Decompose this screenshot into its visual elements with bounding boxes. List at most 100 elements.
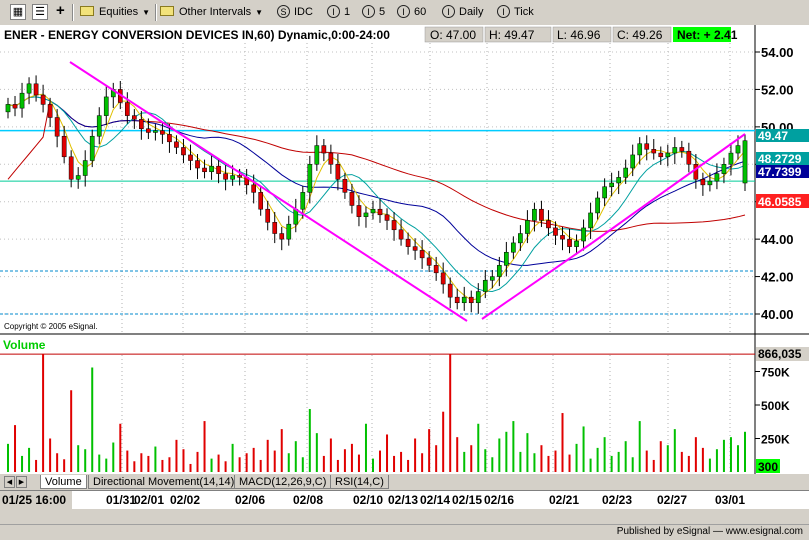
candle-body [595, 197, 600, 214]
candle-body [511, 242, 516, 253]
idc-button[interactable]: S IDC [277, 3, 313, 21]
price-volume-chart[interactable]: 40.0042.0044.0046.0048.0050.0052.0054.00… [0, 25, 809, 474]
candle-body [216, 165, 221, 174]
symbol-circle-icon: S [277, 5, 290, 18]
candle-body [328, 152, 334, 165]
candle-body [370, 208, 376, 214]
interval-1-label: 1 [344, 6, 351, 18]
candle-body [539, 208, 544, 221]
candle-body [124, 102, 130, 116]
candle-body [139, 119, 144, 129]
net-value: Net: + 2.41 [677, 28, 738, 42]
candle-body [574, 240, 579, 247]
candle-body [440, 272, 446, 285]
interval-5-button[interactable]: I5 [362, 3, 385, 21]
candle-body [356, 205, 362, 217]
idc-label: IDC [294, 6, 313, 18]
candle-body [728, 152, 734, 165]
candle-body [342, 179, 348, 193]
candle-body [349, 192, 355, 206]
candle-body [209, 165, 214, 173]
candle-body [167, 134, 172, 143]
volume-short-label: 300 [758, 460, 778, 474]
candle-body [82, 160, 88, 176]
candle-body [461, 296, 467, 304]
candle-body [426, 257, 432, 266]
tab-rsi[interactable]: RSI(14,C) [330, 475, 389, 489]
properties-icon[interactable]: ☰ [32, 4, 48, 20]
candle-body [96, 115, 102, 137]
candle-body [237, 175, 242, 178]
add-icon[interactable]: + [56, 3, 65, 21]
candle-body [721, 164, 727, 174]
candle-body [454, 296, 460, 304]
tab-scroll-left-icon[interactable]: ◀ [4, 476, 15, 488]
tab-macd[interactable]: MACD(12,26,9,C) [234, 475, 332, 489]
y-tick-label: 54.00 [761, 45, 794, 60]
volume-tick-label: 500K [761, 399, 790, 413]
candle-body [377, 208, 383, 216]
time-label: 02/02 [170, 493, 201, 507]
candle-body [223, 173, 228, 180]
candle-body [89, 135, 95, 161]
candle-body [405, 238, 411, 247]
candle-body [146, 128, 151, 133]
candle-body [286, 223, 292, 240]
interval-circle-icon: I [362, 5, 375, 18]
tab-directional-movement[interactable]: Directional Movement(14,14) [88, 475, 240, 489]
close-value: C: 49.26 [617, 28, 663, 42]
y-tick-label: 42.00 [761, 270, 794, 285]
equities-menu[interactable]: Equities ▼ [80, 3, 150, 21]
folder-icon [80, 6, 94, 16]
y-tick-label: 40.00 [761, 307, 794, 322]
chart-icon[interactable]: ▦ [10, 4, 26, 20]
time-label: 02/13 [388, 493, 419, 507]
low-value: L: 46.96 [557, 28, 601, 42]
ma-fast-label: 48.2729 [758, 152, 802, 166]
candle-body [195, 160, 200, 169]
candle-body [447, 283, 453, 298]
candle-body [672, 147, 678, 154]
volume-last-label: 866,035 [758, 347, 802, 361]
folder-icon [160, 6, 174, 16]
chevron-down-icon: ▼ [255, 8, 264, 17]
candle-body [293, 208, 299, 225]
tab-scroll-right-icon[interactable]: ▶ [16, 476, 27, 488]
interval-1-button[interactable]: I1 [327, 3, 350, 21]
candle-body [398, 229, 404, 240]
candle-body [546, 220, 551, 229]
tab-volume[interactable]: Volume [40, 475, 87, 489]
candle-body [581, 227, 586, 242]
candle-body [707, 180, 713, 186]
candle-body [419, 250, 425, 259]
candle-body [412, 246, 418, 251]
tick-button[interactable]: I Tick [497, 3, 534, 21]
candle-body [567, 238, 572, 247]
candle-body [33, 83, 39, 96]
candle-body [61, 135, 67, 158]
candle-body [588, 212, 593, 229]
interval-circle-icon: I [442, 5, 455, 18]
candle-body [174, 141, 179, 148]
interval-60-button[interactable]: I 60 [397, 3, 426, 21]
candle-body [630, 154, 636, 169]
candle-body [188, 154, 193, 161]
candle-body [47, 104, 53, 118]
candle-body [475, 291, 481, 304]
chart-title: ENER - ENERGY CONVERSION DEVICES IN,60) … [4, 28, 390, 42]
intervals-menu[interactable]: Other Intervals ▼ [160, 3, 263, 21]
candle-body [314, 145, 320, 165]
candle-body [651, 149, 657, 154]
candle-body [637, 143, 643, 156]
candle-body [103, 96, 109, 116]
interval-circle-icon: I [327, 5, 340, 18]
daily-button[interactable]: I Daily [442, 3, 483, 21]
candle-body [335, 164, 341, 180]
candle-body [686, 150, 692, 165]
candle-body [300, 192, 306, 210]
status-bar: Published by eSignal — www.esignal.com [0, 524, 809, 540]
interval-5-label: 5 [379, 6, 386, 18]
candle-body [160, 130, 165, 135]
candle-body [553, 227, 558, 236]
candle-body [272, 222, 278, 234]
